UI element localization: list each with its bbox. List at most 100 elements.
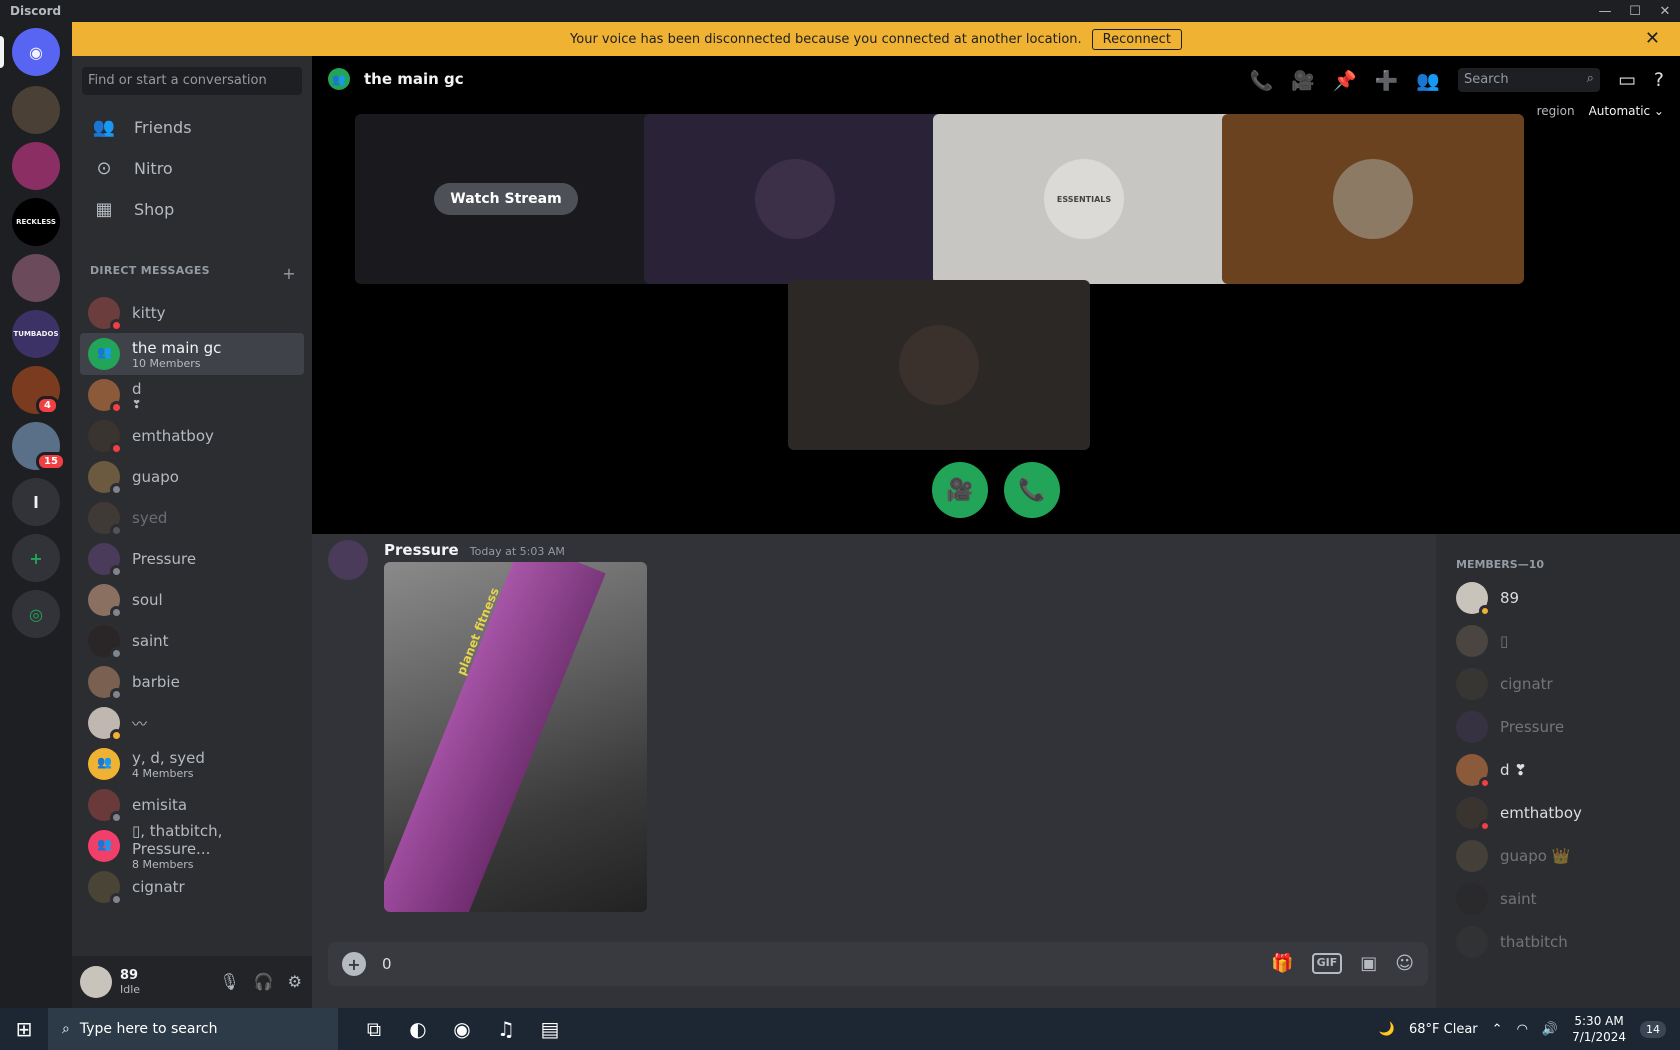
inbox-icon[interactable]: ▭ [1618, 69, 1636, 91]
reconnect-button[interactable]: Reconnect [1091, 28, 1182, 50]
server-server-4[interactable] [12, 254, 60, 302]
dm-item[interactable]: 〰 [80, 702, 304, 744]
add-friends-icon[interactable]: ➕ [1375, 69, 1399, 92]
user-status: Idle [120, 983, 141, 996]
member-item[interactable]: ▯ [1456, 621, 1508, 661]
dm-item[interactable]: kitty [80, 292, 304, 334]
server-server-1[interactable] [12, 86, 60, 134]
server-discover[interactable]: ◎ [12, 590, 60, 638]
dm-item[interactable]: guapo [80, 456, 304, 498]
app-icon[interactable]: ▤ [538, 1017, 562, 1041]
dm-item[interactable]: saint [80, 620, 304, 662]
message-timestamp: Today at 5:03 AM [469, 545, 565, 558]
notification-icon[interactable]: 14 [1640, 1020, 1666, 1038]
taskbar-search[interactable]: ⌕ Type here to search [48, 1008, 338, 1050]
dm-item[interactable]: barbie [80, 661, 304, 703]
call-tile[interactable]: Watch Stream [355, 114, 657, 284]
nav-shop[interactable]: ▦ Shop [80, 188, 304, 230]
close-window-button[interactable]: ✕ [1650, 0, 1680, 22]
member-item[interactable]: d ❣ [1456, 750, 1527, 790]
call-tile[interactable] [1222, 114, 1524, 284]
status-indicator [110, 647, 123, 660]
headset-icon[interactable]: 🎧 [254, 972, 274, 991]
member-list-icon[interactable]: 👥 [1416, 69, 1440, 92]
member-item[interactable]: guapo 👑 [1456, 836, 1570, 876]
server-server-5[interactable]: TUMBADOS [12, 310, 60, 358]
weather-text[interactable]: 68°F Clear [1409, 1022, 1478, 1037]
discord-icon[interactable]: ◉ [450, 1017, 474, 1041]
dm-item[interactable]: emthatboy [80, 415, 304, 457]
dm-item[interactable]: soul [80, 579, 304, 621]
gif-icon[interactable]: GIF [1311, 953, 1343, 974]
tray-chevron-icon[interactable]: ⌃ [1492, 1022, 1503, 1037]
find-conversation-input[interactable]: Find or start a conversation [82, 67, 302, 95]
pinned-messages-icon[interactable]: 📌 [1333, 69, 1357, 92]
region-selector[interactable]: region Automatic ⌄ [1537, 104, 1664, 118]
emoji-icon[interactable]: ☺ [1395, 953, 1414, 974]
server-server-3[interactable]: RECKLESS [12, 198, 60, 246]
start-voice-call-icon[interactable]: 📞 [1250, 69, 1274, 92]
friends-icon: 👥 [92, 116, 116, 138]
network-icon[interactable]: ◠ [1517, 1022, 1528, 1037]
member-item[interactable]: thatbitch [1456, 922, 1568, 962]
message-image[interactable]: planet fitness [384, 562, 647, 912]
server-server-8[interactable]: l [12, 478, 60, 526]
mic-icon[interactable]: 🎙 [219, 972, 239, 991]
member-item[interactable]: saint [1456, 879, 1537, 919]
dm-item[interactable]: 👥 y, d, syed 4 Members [80, 743, 304, 785]
status-indicator [110, 319, 123, 332]
region-value[interactable]: Automatic ⌄ [1589, 104, 1664, 118]
dm-item[interactable]: emisita [80, 784, 304, 826]
banner-close-icon[interactable]: ✕ [1645, 28, 1660, 49]
sticker-icon[interactable]: ▣ [1360, 953, 1377, 974]
dm-item[interactable]: Pressure [80, 538, 304, 580]
member-item[interactable]: cignatr [1456, 664, 1553, 704]
settings-icon[interactable]: ⚙ [288, 972, 302, 991]
start-video-call-icon[interactable]: 🎥 [1291, 69, 1315, 92]
turn-on-camera-button[interactable]: 🎥 [932, 462, 988, 518]
maximize-button[interactable]: ☐ [1620, 0, 1650, 22]
message-author[interactable]: Pressure [384, 541, 459, 559]
task-view-icon[interactable]: ⧉ [362, 1017, 386, 1041]
member-item[interactable]: 89 [1456, 578, 1519, 618]
dm-item[interactable]: cignatr [80, 866, 304, 908]
system-tray: 🌙 68°F Clear ⌃ ◠ 🔊 5:30 AM 7/1/2024 14 [1379, 1008, 1666, 1050]
windows-start-icon[interactable]: ⊞ [0, 1008, 48, 1050]
join-call-button[interactable]: 📞 [1004, 462, 1060, 518]
dm-item[interactable]: 👥 the main gc 10 Members [80, 333, 304, 375]
gift-icon[interactable]: 🎁 [1271, 953, 1293, 974]
upload-icon[interactable]: + [342, 952, 366, 976]
edge-icon[interactable]: ◐ [406, 1017, 430, 1041]
minimize-button[interactable]: — [1590, 0, 1620, 22]
clock[interactable]: 5:30 AM 7/1/2024 [1572, 1013, 1626, 1045]
volume-icon[interactable]: 🔊 [1542, 1022, 1558, 1037]
composer-value[interactable]: 0 [382, 955, 392, 973]
message-composer[interactable]: + 0 🎁 GIF ▣ ☺ [328, 942, 1428, 986]
dm-avatar [88, 666, 123, 701]
message-avatar[interactable] [328, 540, 368, 580]
call-tile[interactable]: ESSENTIALS [933, 114, 1235, 284]
spotify-icon[interactable]: ♫ [494, 1017, 518, 1041]
dm-item[interactable]: 👥 ▯, thatbitch, Pressure... 8 Members [80, 822, 304, 871]
watch-stream-button[interactable]: Watch Stream [434, 183, 578, 215]
channel-search-input[interactable]: Search ⌕ [1457, 68, 1600, 92]
dm-item[interactable]: syed [80, 497, 304, 539]
dm-item[interactable]: d ❣ [80, 374, 304, 416]
server-home[interactable]: ◉ [12, 28, 60, 76]
nav-nitro[interactable]: ⊙ Nitro [80, 147, 304, 189]
server-server-2[interactable] [12, 142, 60, 190]
member-item[interactable]: emthatboy [1456, 793, 1582, 833]
call-tile[interactable] [788, 280, 1090, 450]
help-icon[interactable]: ? [1654, 69, 1664, 91]
user-name: 89 [120, 968, 139, 983]
server-add-server[interactable]: + [12, 534, 60, 582]
member-item[interactable]: Pressure [1456, 707, 1564, 747]
channel-toolbar: 📞 🎥 📌 ➕ 👥 Search ⌕ ▭ ? [1250, 68, 1664, 92]
user-avatar[interactable] [80, 966, 112, 998]
group-icon: 👥 [97, 755, 112, 769]
create-dm-icon[interactable]: + [282, 264, 296, 283]
dm-avatar [88, 379, 123, 414]
nav-friends[interactable]: 👥 Friends [80, 106, 304, 148]
call-tile[interactable] [644, 114, 946, 284]
status-indicator [1479, 820, 1491, 832]
